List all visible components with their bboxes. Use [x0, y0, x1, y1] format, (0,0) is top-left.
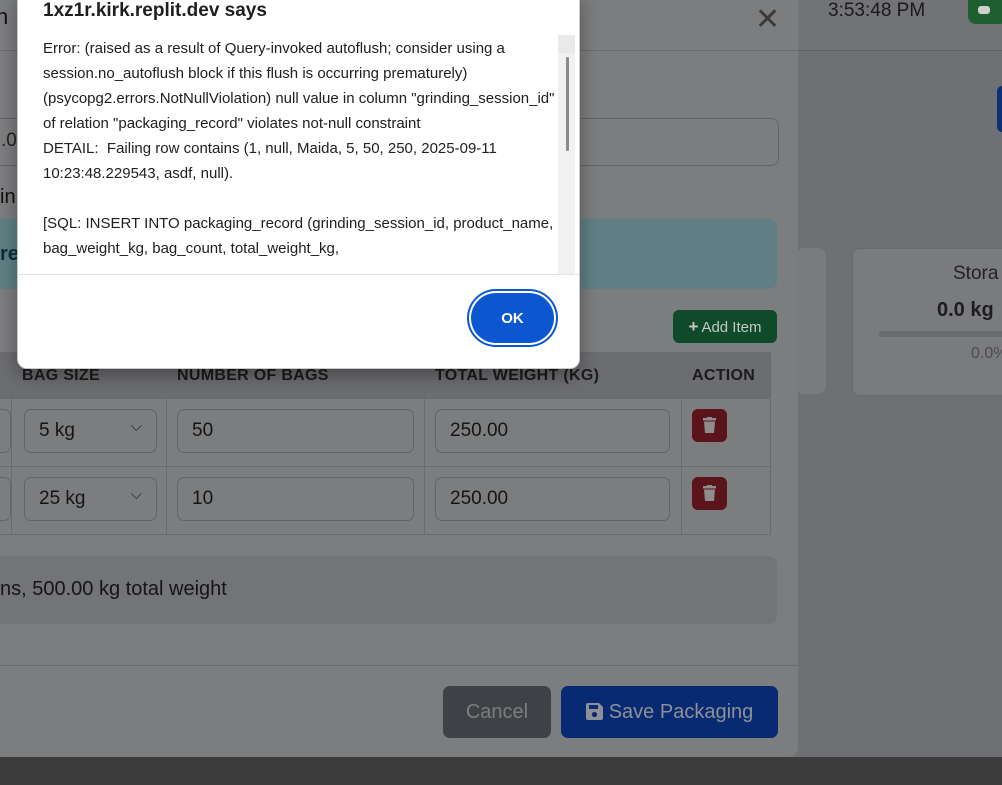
add-item-label: Add Item	[701, 318, 762, 336]
clock: 3:53:48 PM	[828, 0, 926, 21]
number-of-bags-value: 50	[192, 420, 214, 441]
summary-text: ns, 500.00 kg total weight	[0, 578, 227, 600]
cancel-button[interactable]: Cancel	[443, 686, 551, 738]
table-header-action: ACTION	[681, 352, 771, 399]
close-icon[interactable]: ✕	[755, 2, 780, 37]
save-packaging-label: Save Packaging	[608, 700, 754, 723]
product-select[interactable]	[0, 409, 11, 453]
total-weight-value: 250.00	[450, 420, 509, 441]
action-cell	[681, 398, 771, 467]
table-row: 25 kg ⌵ 10 250.00	[0, 466, 771, 535]
scrollbar-thumb[interactable]	[566, 57, 569, 151]
bag-size-cell: 5 kg ⌵	[11, 398, 167, 467]
dialog-title: 1xz1r.kirk.replit.dev says	[43, 0, 267, 21]
modal-title: n	[0, 4, 9, 29]
total-weight-cell: 250.00	[424, 398, 682, 467]
table-row: 5 kg ⌵ 50 250.00	[0, 398, 771, 467]
table-header-cell	[0, 352, 12, 399]
stat-card	[796, 248, 826, 394]
trash-icon	[703, 485, 716, 501]
product-cell	[0, 466, 12, 535]
divider	[0, 665, 798, 666]
plus-icon: +	[688, 316, 699, 336]
alert-dialog: 1xz1r.kirk.replit.dev says Error: (raise…	[17, 0, 580, 369]
session-input-value: .0	[1, 130, 17, 151]
trash-icon	[703, 417, 716, 433]
chevron-down-icon: ⌵	[130, 486, 142, 503]
dialog-message-area[interactable]: Error: (raised as a result of Query-invo…	[43, 36, 558, 274]
number-of-bags-value: 10	[192, 488, 214, 509]
delete-row-button[interactable]	[692, 477, 727, 510]
number-of-bags-input[interactable]: 50	[177, 409, 414, 453]
bag-size-cell: 25 kg ⌵	[11, 466, 167, 535]
number-of-bags-input[interactable]: 10	[177, 477, 414, 521]
chevron-down-icon: ⌵	[130, 418, 142, 435]
total-weight-input[interactable]: 250.00	[435, 409, 670, 453]
product-select[interactable]	[0, 477, 11, 521]
total-weight-value: 250.00	[450, 488, 509, 509]
dialog-message: Error: (raised as a result of Query-invo…	[43, 40, 555, 257]
status-toggle[interactable]	[968, 0, 1002, 24]
packaging-items-table: BAG SIZE NUMBER OF BAGS TOTAL WEIGHT (KG…	[0, 352, 771, 535]
save-packaging-button[interactable]: Save Packaging	[561, 686, 778, 738]
ok-button[interactable]: OK	[471, 293, 554, 343]
divider	[18, 274, 579, 275]
storage-progress-bar	[879, 331, 1002, 337]
bag-size-select[interactable]: 5 kg ⌵	[24, 409, 157, 453]
storage-percent: 0.0%	[971, 345, 1002, 362]
bag-size-value: 25 kg	[39, 488, 86, 509]
header-action-button[interactable]	[997, 86, 1002, 132]
product-cell	[0, 398, 12, 467]
storage-value: 0.0 kg	[937, 299, 994, 321]
packaging-summary: ns, 500.00 kg total weight	[0, 556, 777, 624]
floppy-disk-icon	[585, 702, 603, 720]
number-of-bags-cell: 50	[166, 398, 425, 467]
storage-card: Stora 0.0 kg 0.0%	[852, 248, 1002, 396]
number-of-bags-cell: 10	[166, 466, 425, 535]
scroll-up-arrow[interactable]	[558, 35, 575, 53]
delete-row-button[interactable]	[692, 409, 727, 442]
page-footer	[0, 757, 1002, 785]
section-label: in	[0, 186, 16, 208]
storage-label: Stora	[953, 263, 999, 284]
total-weight-input[interactable]: 250.00	[435, 477, 670, 521]
bag-size-select[interactable]: 25 kg ⌵	[24, 477, 157, 521]
add-item-button[interactable]: + Add Item	[673, 310, 777, 343]
action-cell	[681, 466, 771, 535]
total-weight-cell: 250.00	[424, 466, 682, 535]
bag-size-value: 5 kg	[39, 420, 75, 441]
